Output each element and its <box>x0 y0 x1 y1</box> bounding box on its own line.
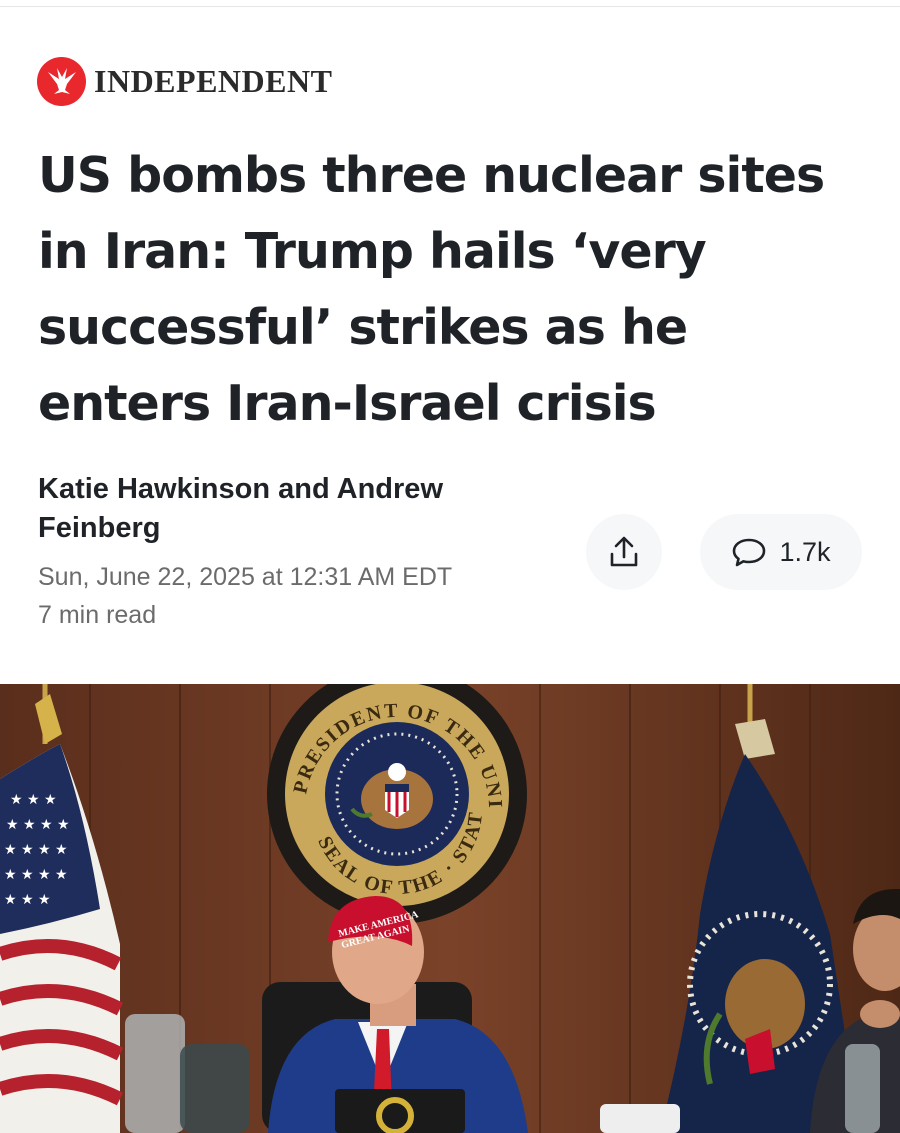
brand-name: INDEPENDENT <box>94 62 333 99</box>
byline-line: Feinberg <box>38 512 161 544</box>
brand-header[interactable]: INDEPENDENT <box>37 56 332 106</box>
svg-text:★ ★ ★ ★: ★ ★ ★ ★ <box>4 867 68 883</box>
share-icon <box>610 536 638 567</box>
article-photo[interactable]: PRESIDENT OF THE UNITED SEAL OF THE · ST… <box>0 684 900 1133</box>
byline-line: Katie Hawkinson and Andrew <box>38 473 443 505</box>
headline-line: enters Iran-Israel crisis <box>38 375 657 432</box>
top-divider <box>0 6 900 7</box>
headline-line: in Iran: Trump hails ‘very <box>38 223 707 280</box>
comments-button[interactable]: 1.7k <box>700 514 862 590</box>
comment-count: 1.7k <box>779 536 831 567</box>
svg-text:★ ★ ★: ★ ★ ★ <box>10 792 57 808</box>
author-byline[interactable]: Katie Hawkinson and Andrew Feinberg <box>38 470 508 548</box>
share-button[interactable] <box>586 514 662 590</box>
svg-text:★ ★ ★: ★ ★ ★ <box>4 892 51 908</box>
svg-text:★ ★ ★ ★: ★ ★ ★ ★ <box>4 842 68 858</box>
read-time: 7 min read <box>38 601 157 629</box>
headline-line: successful’ strikes as he <box>38 299 688 356</box>
eagle-logo-icon <box>37 56 86 106</box>
article-headline: US bombs three nuclear sites in Iran: Tr… <box>38 138 878 442</box>
headline-line: US bombs three nuclear sites <box>38 147 825 204</box>
publish-date: Sun, June 22, 2025 at 12:31 AM EDT <box>38 563 453 591</box>
comment-icon <box>733 538 766 567</box>
svg-text:★ ★ ★ ★: ★ ★ ★ ★ <box>6 817 70 833</box>
